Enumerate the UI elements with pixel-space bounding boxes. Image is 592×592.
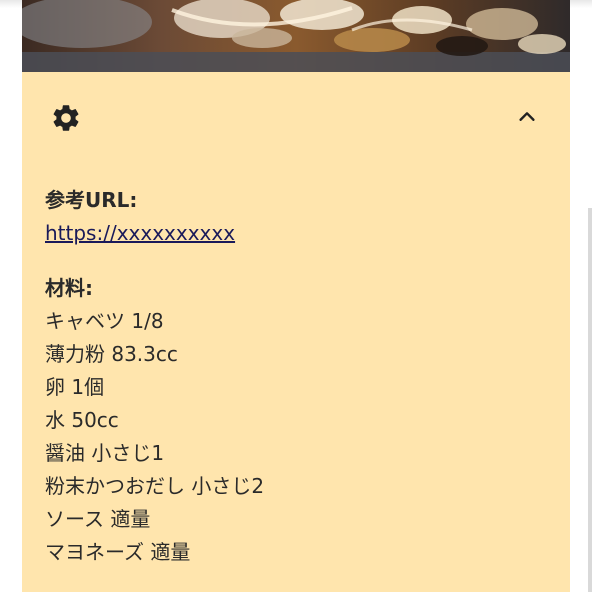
ingredients-label: 材料: [45, 276, 93, 300]
ingredient-item: マヨネーズ 適量 [45, 540, 191, 564]
ingredient-item: 水 50cc [45, 408, 119, 432]
card-header [22, 72, 570, 164]
ingredient-item: 醤油 小さじ1 [45, 441, 165, 465]
reference-url-link[interactable]: https://xxxxxxxxxx [45, 217, 545, 250]
url-label: 参考URL: [45, 188, 138, 212]
gear-icon[interactable] [50, 102, 82, 134]
recipe-details: 参考URL: https://xxxxxxxxxx 材料: キャベツ 1/8 薄… [45, 184, 545, 569]
recipe-card: 参考URL: https://xxxxxxxxxx 材料: キャベツ 1/8 薄… [22, 0, 570, 592]
chevron-up-icon[interactable] [516, 106, 538, 128]
ingredient-item: キャベツ 1/8 [45, 309, 164, 333]
ingredient-item: 薄力粉 83.3cc [45, 342, 178, 366]
scrollbar[interactable] [588, 208, 592, 592]
ingredient-item: ソース 適量 [45, 507, 151, 531]
ingredient-item: 卵 1個 [45, 375, 105, 399]
ingredient-item: 粉末かつおだし 小さじ2 [45, 474, 265, 498]
recipe-screen: 参考URL: https://xxxxxxxxxx 材料: キャベツ 1/8 薄… [0, 0, 592, 592]
recipe-photo [22, 0, 570, 72]
